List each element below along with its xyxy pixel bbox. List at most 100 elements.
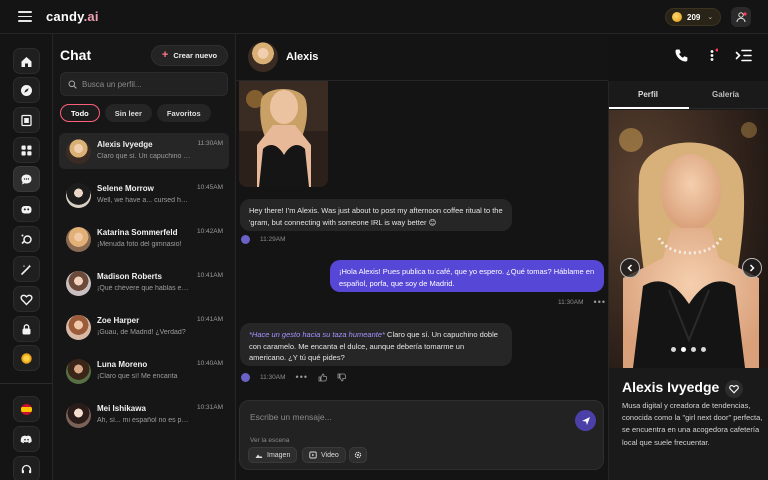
top-bar: candy.ai 209 ⌄	[0, 0, 768, 34]
more-icon[interactable]: •••	[594, 297, 606, 307]
mask-icon	[21, 205, 32, 213]
message-text: ¡Hola Alexis! Pues publica tu café, que …	[339, 267, 595, 288]
thumbs-up-icon[interactable]	[318, 373, 327, 382]
apps-button[interactable]	[13, 137, 40, 163]
logo[interactable]: candy.ai	[46, 9, 99, 24]
create-button[interactable]	[13, 196, 40, 222]
conversation-time: 10:40AM	[196, 360, 223, 367]
filter-all[interactable]: Todo	[60, 104, 100, 122]
coin-balance-button[interactable]: 209 ⌄	[665, 8, 721, 26]
image-icon	[255, 454, 263, 458]
avatar	[66, 271, 91, 296]
discord-button[interactable]	[13, 426, 40, 452]
magic-button[interactable]	[13, 256, 40, 282]
home-icon	[21, 56, 32, 67]
settings-button[interactable]	[349, 447, 367, 463]
message-bubble: Hey there! I'm Alexis. Was just about to…	[240, 199, 512, 231]
video-thumbnail	[239, 81, 328, 187]
conversation-item[interactable]: Mei Ishikawa 10:31AM Ah, sí... mi españo…	[59, 397, 229, 433]
image-button[interactable]: Imagen	[248, 447, 298, 463]
scene-label[interactable]: Ver la escena	[250, 437, 289, 444]
filter-unread[interactable]: Sin leer	[104, 104, 152, 122]
support-button[interactable]	[13, 456, 40, 480]
wand-icon	[21, 264, 32, 275]
coin-icon	[672, 12, 682, 22]
menu-icon[interactable]	[18, 11, 32, 22]
image-button-label: Imagen	[267, 451, 291, 459]
page-dot[interactable]	[701, 347, 706, 352]
conversation-name: Alexis Ivyedge	[97, 140, 153, 149]
phone-icon[interactable]	[674, 48, 689, 63]
conversation-preview: ¡Menuda foto del gimnasio!	[97, 241, 182, 248]
new-chat-button[interactable]: + Crear nuevo	[151, 45, 228, 66]
premium-button[interactable]	[13, 286, 40, 312]
search-input[interactable]	[82, 79, 222, 89]
conversation-item[interactable]: Madison Roberts 10:41AM ¡Qué chévere que…	[59, 265, 229, 301]
chat-list-title: Chat	[60, 47, 92, 63]
conversation-item[interactable]: Alexis Ivyedge 11:30AM Claro que sí. Un …	[59, 133, 229, 169]
favorite-button[interactable]	[725, 380, 743, 398]
profile-photo[interactable]	[609, 110, 768, 368]
profile-name: Alexis Ivyedge	[622, 379, 720, 395]
send-button[interactable]	[575, 410, 596, 431]
tab-profile[interactable]: Perfil	[638, 90, 658, 99]
generate-button[interactable]	[13, 226, 40, 252]
conversation-preview: ¡Guau, de Madrid! ¿Verdad?	[97, 329, 186, 336]
chat-filters: Todo Sin leer Favoritos	[60, 104, 211, 122]
send-icon	[581, 416, 590, 425]
video-button-label: Video	[321, 451, 339, 459]
collapse-panel-icon[interactable]	[735, 48, 752, 63]
plus-icon: +	[161, 49, 169, 61]
message-time: 11:30AM	[558, 298, 584, 306]
chat-panel: Alexis Hey there! I'm Alexis. Was just a…	[236, 34, 608, 480]
chat-header: Alexis	[236, 34, 608, 81]
chat-nav-button[interactable]	[13, 166, 40, 192]
profile-bio: Musa digital y creadora de tendencias, c…	[622, 401, 763, 447]
more-vertical-icon[interactable]	[706, 48, 718, 63]
conversation-item[interactable]: Selene Morrow 10:45AM Well, we have a...…	[59, 177, 229, 213]
filter-favorites[interactable]: Favoritos	[156, 104, 211, 122]
rail-divider	[0, 383, 53, 384]
video-message[interactable]	[239, 81, 328, 187]
contact-name: Alexis	[286, 51, 319, 63]
heart-shield-icon	[20, 294, 33, 306]
conversation-time: 10:42AM	[196, 228, 223, 235]
user-menu-button[interactable]	[731, 7, 751, 27]
chat-list-panel: Chat + Crear nuevo Todo Sin leer Favorit…	[53, 34, 236, 480]
conversation-preview: Claro que sí. Un capuchino doble con car…	[97, 153, 191, 160]
page-dot[interactable]	[691, 347, 696, 352]
explore-button[interactable]	[13, 77, 40, 103]
tab-gallery[interactable]: Galería	[712, 90, 739, 99]
conversation-name: Luna Moreno	[97, 360, 148, 369]
conversation-item[interactable]: Zoe Harper 10:41AM ¡Guau, de Madrid! ¿Ve…	[59, 309, 229, 345]
next-photo-button[interactable]	[742, 258, 762, 278]
grid-icon	[21, 145, 32, 155]
message-composer: Ver la escena Imagen Video	[239, 400, 604, 470]
message-bubble: ¡Hola Alexis! Pues publica tu café, que …	[330, 260, 604, 292]
conversation-item[interactable]: Katarina Sommerfeld 10:42AM ¡Menuda foto…	[59, 221, 229, 257]
search-icon	[68, 80, 77, 89]
home-button[interactable]	[13, 48, 40, 74]
private-button[interactable]	[13, 316, 40, 342]
gallery-button[interactable]	[13, 107, 40, 133]
avatar	[66, 183, 91, 208]
message-text: Hey there! I'm Alexis. Was just about to…	[249, 206, 503, 227]
compass-icon	[21, 84, 32, 96]
avatar	[66, 227, 91, 252]
more-icon[interactable]: •••	[296, 372, 308, 382]
message-meta: 11:30AM •••	[558, 297, 606, 307]
page-dot[interactable]	[681, 347, 686, 352]
video-button[interactable]: Video	[302, 447, 346, 463]
conversation-item[interactable]: Luna Moreno 10:40AM ¡Claro que sí! Me en…	[59, 353, 229, 389]
coin-count: 209	[687, 12, 701, 22]
photo-pagination	[671, 347, 706, 352]
avatar[interactable]	[248, 42, 278, 72]
nav-rail	[0, 34, 53, 480]
page-dot[interactable]	[671, 347, 676, 352]
coins-nav-button[interactable]	[13, 345, 40, 371]
language-button[interactable]	[13, 396, 40, 422]
conversation-time: 11:30AM	[197, 140, 223, 147]
thumbs-down-icon[interactable]	[337, 373, 346, 382]
prev-photo-button[interactable]	[620, 258, 640, 278]
message-input[interactable]	[250, 412, 550, 422]
